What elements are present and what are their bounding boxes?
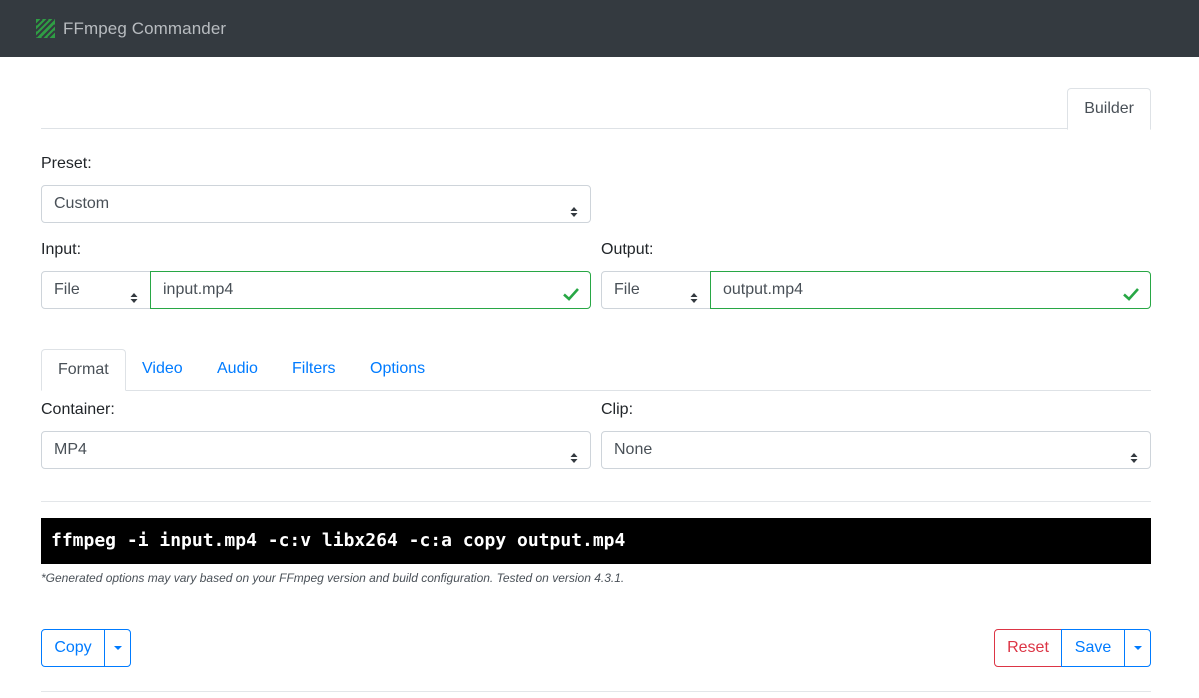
caret-down-icon: [1133, 645, 1142, 650]
app-title[interactable]: FFmpeg Commander: [63, 19, 226, 39]
copy-dropdown-button[interactable]: [104, 629, 131, 667]
caret-down-icon: [113, 645, 122, 650]
save-dropdown-button[interactable]: [1124, 629, 1151, 667]
check-icon: [1122, 281, 1140, 301]
output-type-value: File: [614, 281, 640, 298]
output-field-value: output.mp4: [723, 281, 804, 298]
version-note: *Generated options may vary based on you…: [41, 571, 625, 585]
reset-button[interactable]: Reset: [994, 629, 1062, 667]
input-type-select[interactable]: File: [41, 271, 151, 309]
sort-arrows-icon: [570, 197, 578, 217]
output-label: Output:: [601, 241, 654, 258]
sort-arrows-icon: [130, 283, 138, 303]
container-label: Container:: [41, 401, 115, 418]
main-container: Builder Preset: Custom Input: File input…: [41, 57, 1151, 692]
input-label: Input:: [41, 241, 82, 258]
clip-select-value: None: [614, 441, 653, 458]
input-field-value: input.mp4: [163, 281, 234, 298]
preset-label: Preset:: [41, 155, 92, 172]
sort-arrows-icon: [1130, 443, 1138, 463]
copy-button[interactable]: Copy: [41, 629, 105, 667]
divider: [41, 501, 1151, 502]
check-icon: [562, 281, 580, 301]
sort-arrows-icon: [570, 443, 578, 463]
divider: [41, 691, 1151, 692]
preset-select[interactable]: Custom: [41, 185, 591, 223]
tab-options[interactable]: Options: [354, 349, 441, 391]
output-field[interactable]: output.mp4: [710, 271, 1151, 309]
command-output[interactable]: ffmpeg -i input.mp4 -c:v libx264 -c:a co…: [41, 518, 1151, 564]
tab-builder[interactable]: Builder: [1067, 88, 1151, 130]
clip-label: Clip:: [601, 401, 634, 418]
preset-select-value: Custom: [54, 195, 110, 212]
top-tabs: Builder: [41, 57, 1151, 130]
save-button[interactable]: Save: [1061, 629, 1125, 667]
output-type-select[interactable]: File: [601, 271, 711, 309]
tab-format[interactable]: Format: [41, 349, 126, 391]
tab-video[interactable]: Video: [126, 349, 199, 391]
input-field[interactable]: input.mp4: [150, 271, 591, 309]
input-type-value: File: [54, 281, 80, 298]
container-select[interactable]: MP4: [41, 431, 591, 469]
navbar: FFmpeg Commander: [0, 0, 1199, 57]
tab-filters[interactable]: Filters: [276, 349, 352, 391]
ffmpeg-logo-icon: [35, 18, 56, 39]
sort-arrows-icon: [690, 283, 698, 303]
tab-audio[interactable]: Audio: [201, 349, 274, 391]
settings-tabs: Format Video Audio Filters Options: [41, 349, 1151, 391]
container-select-value: MP4: [54, 441, 87, 458]
clip-select[interactable]: None: [601, 431, 1151, 469]
